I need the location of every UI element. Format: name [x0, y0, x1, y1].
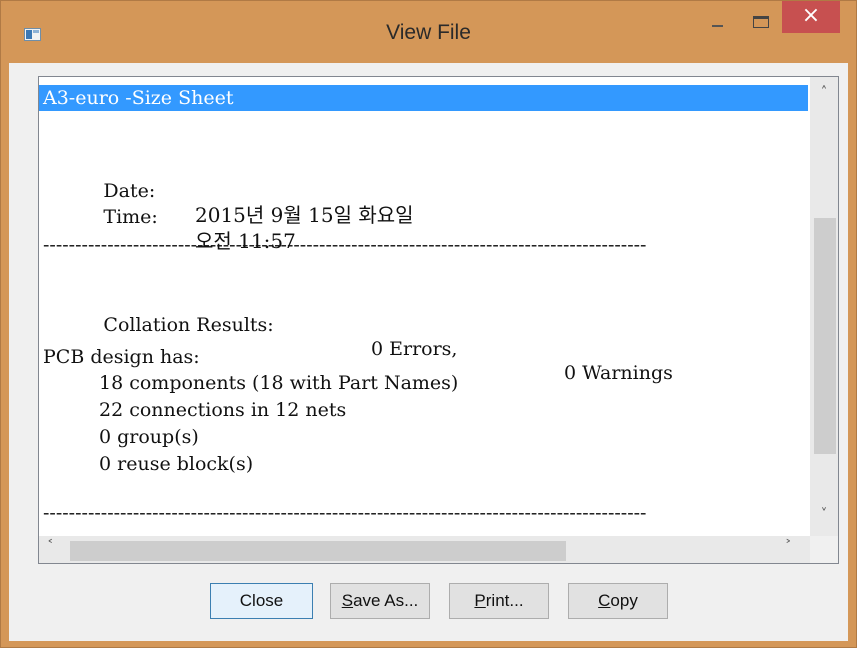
save-as-label: ave As...	[353, 591, 419, 610]
save-as-mnemonic: S	[341, 591, 354, 610]
vertical-scrollbar[interactable]: ˄ ˅	[810, 77, 838, 536]
separator-line: ----------------------------------------…	[43, 234, 647, 256]
collation-label: Collation Results:	[103, 314, 274, 336]
minimize-icon	[712, 25, 723, 27]
pcb-item: 22 connections in 12 nets	[99, 399, 347, 421]
warnings-count: 0 Warnings	[564, 362, 673, 384]
minimize-button[interactable]	[698, 1, 738, 41]
pcb-heading: PCB design has:	[43, 346, 200, 368]
separator-line: ----------------------------------------…	[43, 525, 646, 536]
pcb-item: 0 group(s)	[99, 426, 199, 448]
close-button-label: Close	[239, 591, 284, 610]
print-button[interactable]: Print...	[449, 583, 549, 619]
scroll-right-icon[interactable]: ˃	[785, 539, 805, 561]
horizontal-scroll-thumb[interactable]	[70, 541, 566, 561]
date-value: 2015년 9월 15일 화요일	[195, 203, 414, 227]
close-icon: ×	[801, 3, 821, 28]
save-as-button[interactable]: Save As...	[330, 583, 430, 619]
copy-button[interactable]: Copy	[568, 583, 668, 619]
view-file-window: View File × A3-euro -Size Sheet Date: 20…	[0, 0, 857, 648]
separator-line: ----------------------------------------…	[43, 502, 647, 524]
report-view[interactable]: A3-euro -Size Sheet Date: 2015년 9월 15일 화…	[38, 76, 839, 564]
maximize-icon	[753, 16, 769, 28]
maximize-button[interactable]	[741, 1, 781, 41]
report-header-line[interactable]: A3-euro -Size Sheet	[39, 85, 808, 111]
copy-mnemonic: C	[598, 591, 611, 610]
pcb-item: 0 reuse block(s)	[99, 453, 254, 475]
dialog-client-area: A3-euro -Size Sheet Date: 2015년 9월 15일 화…	[9, 63, 848, 641]
collation-line: Collation Results: 0 Errors, 0 Warnings	[43, 289, 672, 384]
copy-label: opy	[610, 591, 638, 610]
time-line: Time: 오전 11:57	[43, 181, 295, 253]
horizontal-scrollbar[interactable]: ˂ ˃	[39, 536, 810, 563]
errors-count: 0 Errors,	[371, 338, 458, 360]
title-bar[interactable]: View File ×	[1, 1, 856, 44]
close-window-button[interactable]: ×	[782, 1, 840, 33]
close-button[interactable]: Close	[210, 583, 313, 619]
time-label: Time:	[103, 206, 158, 228]
scroll-up-icon[interactable]: ˄	[810, 85, 838, 105]
scroll-left-icon[interactable]: ˂	[47, 539, 67, 561]
report-text[interactable]: A3-euro -Size Sheet Date: 2015년 9월 15일 화…	[39, 77, 810, 536]
scrollbar-corner	[810, 536, 838, 563]
pcb-item: 18 components (18 with Part Names)	[99, 372, 459, 394]
scroll-down-icon[interactable]: ˅	[810, 507, 838, 527]
date-line: Date: 2015년 9월 15일 화요일	[43, 155, 413, 227]
print-mnemonic: P	[474, 591, 486, 610]
vertical-scroll-thumb[interactable]	[814, 218, 836, 454]
print-label: rint...	[485, 591, 524, 610]
